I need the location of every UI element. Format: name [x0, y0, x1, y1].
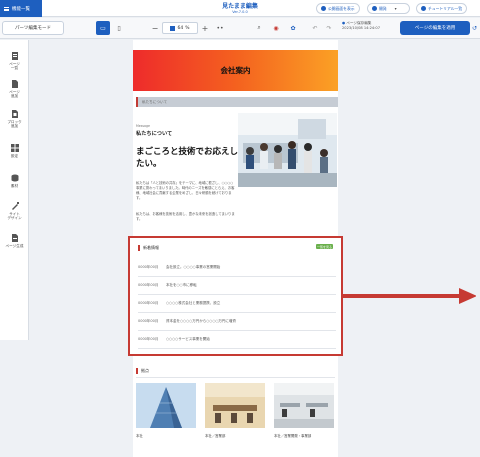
news-title: 新着情報: [138, 245, 159, 251]
feature-list-label: 機能一覧: [12, 6, 30, 12]
news-text: ○○○○サービス事業を開始: [166, 337, 210, 341]
sidebar-item-settings[interactable]: 設定: [0, 144, 29, 158]
news-row[interactable]: 0000年00月 本社を○○市に移転: [138, 277, 336, 295]
status-dot-icon: ●: [342, 21, 346, 25]
news-date: 0000年00月: [138, 337, 159, 341]
news-row[interactable]: 0000年00月 ○○○○株式会社と業務提携、設立: [138, 295, 336, 313]
editor-toolbar: パーツ編集モード ▭ ▯ − 64 % + •• ⌕ ◉ ✿ ↶ ↷ ● ページ…: [0, 18, 480, 39]
save-status-label: ページ保存編集: [346, 21, 372, 25]
message-paragraph-1: 私たちは「人と技術の共存」をテーマに、地域に根ざし、○○○○事業に携わってまいり…: [136, 181, 235, 200]
feature-list-button[interactable]: 機能一覧: [0, 0, 42, 17]
message-eyebrow: Message: [136, 124, 150, 128]
more-icon[interactable]: ••: [214, 21, 226, 35]
help-icon: [372, 6, 377, 11]
sidebar-item-label: 素材: [10, 184, 19, 188]
news-text: ○○○○株式会社と業務提携、設立: [166, 301, 221, 305]
search-icon[interactable]: ⌕: [254, 21, 264, 35]
news-date: 0000年00月: [138, 301, 159, 305]
apply-edit-button[interactable]: ページの編集を適用: [400, 21, 470, 35]
news-list-label: 一覧を見る: [316, 244, 332, 249]
news-date: 0000年00月: [138, 283, 159, 287]
annotation-arrow-icon: [343, 288, 477, 304]
news-date: 0000年00月: [138, 265, 159, 269]
news-row[interactable]: 0000年00月 ○○○○サービス事業を開始: [138, 331, 336, 349]
sidebar-item-label: ページ 追加: [9, 90, 20, 99]
revert-icon[interactable]: ↺: [472, 21, 480, 35]
grid-settings-icon: [10, 144, 19, 152]
zoom-icon: [170, 25, 176, 31]
save-timestamp: 2023/10/08 14:24:07: [342, 26, 380, 30]
sidebar-item-label: 設定: [10, 154, 19, 158]
chevron-down-icon: ▾: [394, 6, 397, 11]
news-text: 本社を○○市に移転: [166, 283, 197, 287]
desktop-icon[interactable]: ▭: [96, 21, 110, 35]
left-sidebar: ページ 一覧 ページ 追加 ブロック 追加 設定 素材 サイト デザイン ページ…: [0, 40, 29, 340]
top-bar: 機能一覧 見たまま編集 Ver.7.0.0 公開画面を表示 開発 ▾ チュートリ…: [0, 0, 480, 17]
zoom-value: 64: [177, 25, 184, 31]
message-title: まごころと技術でお応えしたい。: [136, 147, 239, 169]
save-status: ● ページ保存編集 2023/10/08 14:24:07: [342, 21, 400, 31]
news-date: 0000年00月: [138, 319, 159, 323]
news-text: 会社設立。○○○○事業の営業開始: [166, 265, 221, 269]
meeting-photo: [238, 113, 337, 187]
undo-icon[interactable]: ↶: [310, 21, 320, 35]
tutorial-icon: [421, 6, 426, 11]
section-header-label: 私たちについて: [142, 99, 168, 104]
page-add-icon: [11, 80, 18, 88]
app-title-block: 見たまま編集 Ver.7.0.0: [200, 1, 280, 14]
sidebar-item-page-generate[interactable]: ページ生成: [0, 234, 29, 248]
news-text: 資本金を○○○○万円から○○○○万円に増資: [166, 319, 236, 323]
block-add-icon: [11, 110, 18, 118]
sidebar-item-label: ブロック 追加: [7, 120, 22, 129]
news-row[interactable]: 0000年00月 資本金を○○○○万円から○○○○万円に増資: [138, 313, 336, 331]
sidebar-item-label: ページ生成: [5, 244, 24, 248]
news-row[interactable]: 0000年00月 会社設立。○○○○事業の営業開始: [138, 259, 336, 277]
redo-icon[interactable]: ↷: [324, 21, 334, 35]
hero-title: 会社案内: [220, 66, 251, 75]
page-generate-icon: [11, 234, 18, 242]
mobile-icon[interactable]: ▯: [114, 21, 124, 35]
menu-icon: [4, 6, 9, 11]
preview-icon[interactable]: ◉: [270, 21, 282, 35]
sidebar-item-assets[interactable]: 素材: [0, 174, 29, 188]
hero-banner[interactable]: 会社案内: [133, 50, 338, 91]
sidebar-item-site-design[interactable]: サイト デザイン: [0, 202, 29, 221]
edit-mode-button[interactable]: パーツ編集モード: [2, 21, 64, 35]
zoom-in-icon[interactable]: +: [200, 21, 210, 35]
help-label: 開発: [379, 5, 387, 11]
news-list-button[interactable]: 一覧を見る: [316, 244, 333, 249]
assets-icon: [11, 174, 18, 182]
public-view-button[interactable]: 公開画面を表示: [316, 3, 360, 14]
message-paragraph-2: 私たちは、お客様を技術を活用し、豊かな未来を創造してまいります。: [136, 212, 235, 221]
sidebar-item-page-list[interactable]: ページ 一覧: [0, 52, 29, 71]
zoom-out-icon[interactable]: −: [150, 21, 160, 35]
section-header-about[interactable]: 私たちについて: [136, 97, 338, 107]
window-icon: [321, 6, 326, 11]
sidebar-item-label: サイト デザイン: [7, 212, 22, 221]
tutorial-button[interactable]: チュートリアル一覧: [416, 3, 468, 14]
help-dropdown[interactable]: 開発 ▾: [367, 3, 410, 14]
sidebar-item-label: ページ 一覧: [9, 62, 20, 71]
settings-icon[interactable]: ✿: [288, 21, 298, 35]
pages-icon: [11, 52, 18, 60]
news-block-selected[interactable]: 新着情報 一覧を見る 0000年00月 会社設立。○○○○事業の営業開始 000…: [128, 236, 343, 356]
tutorial-label: チュートリアル一覧: [428, 5, 463, 11]
canvas-scrollbar[interactable]: [476, 40, 480, 457]
edit-mode-label: パーツ編集モード: [15, 26, 51, 31]
app-title: 見たまま編集: [222, 3, 258, 10]
sidebar-item-page-add[interactable]: ページ 追加: [0, 80, 29, 99]
public-view-label: 公開画面を表示: [328, 5, 355, 11]
site-design-icon: [11, 202, 19, 210]
apply-edit-label: ページの編集を適用: [414, 26, 456, 31]
zoom-level[interactable]: 64 %: [162, 22, 198, 34]
app-version: Ver.7.0.0: [232, 10, 248, 14]
message-heading: 私たちについて: [136, 131, 173, 137]
zoom-unit: %: [185, 25, 190, 31]
sidebar-item-block-add[interactable]: ブロック 追加: [0, 110, 29, 129]
